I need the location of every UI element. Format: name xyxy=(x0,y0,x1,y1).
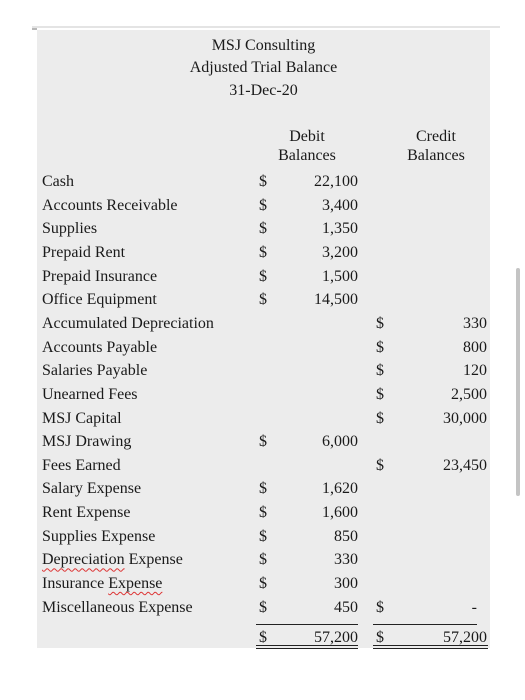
account-row: Accounts Receivable $3,400 xyxy=(0,194,525,217)
account-name: Fees Earned xyxy=(42,456,121,474)
credit-amount: 2,500 xyxy=(451,385,487,403)
account-row: Rent Expense $1,600 xyxy=(0,501,525,524)
account-name: Rent Expense xyxy=(42,504,131,522)
credit-subtotal-rule xyxy=(373,624,477,625)
debit-amount: 1,500 xyxy=(322,267,358,285)
account-row: Miscellaneous Expense $450 $ - xyxy=(0,596,525,619)
debit-amount: 14,500 xyxy=(314,291,358,309)
debit-header-line1: Debit xyxy=(289,128,325,145)
account-name: Accounts Payable xyxy=(42,338,158,356)
account-name: MSJ Capital xyxy=(42,409,122,427)
account-name-part: Expense xyxy=(108,575,163,593)
debit-amount: 450 xyxy=(334,598,358,616)
credit-currency: $ xyxy=(376,456,384,474)
account-name: Unearned Fees xyxy=(42,385,138,403)
credit-header-line2: Balances xyxy=(407,147,465,164)
credit-currency: $ xyxy=(376,385,384,403)
debit-currency: $ xyxy=(259,291,267,309)
vertical-scrollbar[interactable] xyxy=(516,268,520,496)
debit-amount: 1,600 xyxy=(322,504,358,522)
account-name: MSJ Drawing xyxy=(42,433,132,451)
account-name-part: Expense xyxy=(124,551,183,569)
account-row: MSJ Capital $30,000 xyxy=(0,407,525,430)
debit-currency: $ xyxy=(259,196,267,214)
debit-amount: 850 xyxy=(334,527,358,545)
account-row: Salaries Payable $120 xyxy=(0,359,525,382)
debit-total-double-rule xyxy=(256,648,358,649)
credit-amount: 23,450 xyxy=(443,456,487,474)
debit-amount: 3,200 xyxy=(322,243,358,261)
debit-currency: $ xyxy=(259,433,267,451)
credit-currency: $ xyxy=(376,409,384,427)
debit-amount: 300 xyxy=(334,575,358,593)
account-row: MSJ Drawing $6,000 xyxy=(0,430,525,453)
debit-column-header: Debit Balances xyxy=(262,127,352,165)
debit-currency: $ xyxy=(259,267,267,285)
account-name: Prepaid Insurance xyxy=(42,267,158,285)
account-name: Miscellaneous Expense xyxy=(42,598,193,616)
credit-currency: $ xyxy=(376,598,384,616)
document-top-border xyxy=(32,26,500,28)
credit-amount: 120 xyxy=(463,362,487,380)
account-name: Prepaid Rent xyxy=(42,243,126,261)
account-name: Supplies xyxy=(42,220,98,238)
debit-currency: $ xyxy=(259,504,267,522)
account-name: Insurance Expense xyxy=(42,572,162,595)
credit-total-single-rule xyxy=(373,645,488,646)
debit-amount: 6,000 xyxy=(322,433,358,451)
debit-currency: $ xyxy=(259,220,267,238)
account-name: Office Equipment xyxy=(42,291,157,309)
credit-header-line1: Credit xyxy=(416,128,456,145)
account-name-part: Insurance xyxy=(42,575,109,593)
debit-currency: $ xyxy=(259,243,267,261)
debit-total-single-rule xyxy=(256,645,358,646)
account-name: Salaries Payable xyxy=(42,362,148,380)
debit-amount: 330 xyxy=(334,551,358,569)
account-row: Depreciation Expense $330 xyxy=(0,548,525,571)
account-row: Supplies $1,350 xyxy=(0,217,525,240)
debit-header-line2: Balances xyxy=(278,147,336,164)
account-row: Accounts Payable $800 xyxy=(0,336,525,359)
credit-amount: 30,000 xyxy=(443,409,487,427)
debit-amount: 22,100 xyxy=(314,173,358,190)
account-name: Depreciation Expense xyxy=(42,548,183,571)
account-name: Accounts Receivable xyxy=(42,196,178,214)
debit-currency: $ xyxy=(259,527,267,545)
debit-amount: 1,350 xyxy=(322,220,358,238)
company-name: MSJ Consulting xyxy=(211,37,316,54)
credit-currency: $ xyxy=(376,362,384,380)
debit-currency: $ xyxy=(259,173,267,190)
account-row: Prepaid Insurance $1,500 xyxy=(0,265,525,288)
credit-amount: 800 xyxy=(463,338,487,356)
account-row: Salary Expense $1,620 xyxy=(0,477,525,500)
debit-amount: 1,620 xyxy=(322,480,358,498)
account-name: Salary Expense xyxy=(42,480,142,498)
account-row: Cash $22,100 xyxy=(0,170,525,193)
debit-amount: 3,400 xyxy=(322,196,358,214)
report-title: Adjusted Trial Balance xyxy=(189,59,338,76)
account-row: Office Equipment $14,500 xyxy=(0,288,525,311)
debit-currency: $ xyxy=(259,480,267,498)
account-name-part: Depreciation xyxy=(42,551,125,569)
account-name: Accumulated Depreciation xyxy=(42,314,214,332)
debit-currency: $ xyxy=(259,551,267,569)
debit-subtotal-rule xyxy=(256,624,358,625)
account-name: Supplies Expense xyxy=(42,527,156,545)
account-row: Insurance Expense $300 xyxy=(0,572,525,595)
account-row: Prepaid Rent $3,200 xyxy=(0,241,525,264)
account-name: Cash xyxy=(42,173,74,190)
credit-total-double-rule xyxy=(373,648,488,649)
credit-currency: $ xyxy=(376,338,384,356)
report-date: 31-Dec-20 xyxy=(229,82,298,99)
credit-amount: 330 xyxy=(463,314,487,332)
debit-currency: $ xyxy=(259,575,267,593)
debit-currency: $ xyxy=(259,598,267,616)
credit-column-header: Credit Balances xyxy=(385,127,487,165)
credit-currency: $ xyxy=(376,314,384,332)
account-row: Accumulated Depreciation $330 xyxy=(0,312,525,335)
account-row: Fees Earned $23,450 xyxy=(0,454,525,477)
credit-amount: - xyxy=(471,598,477,616)
account-row: Supplies Expense $850 xyxy=(0,525,525,548)
account-row: Unearned Fees $2,500 xyxy=(0,383,525,406)
